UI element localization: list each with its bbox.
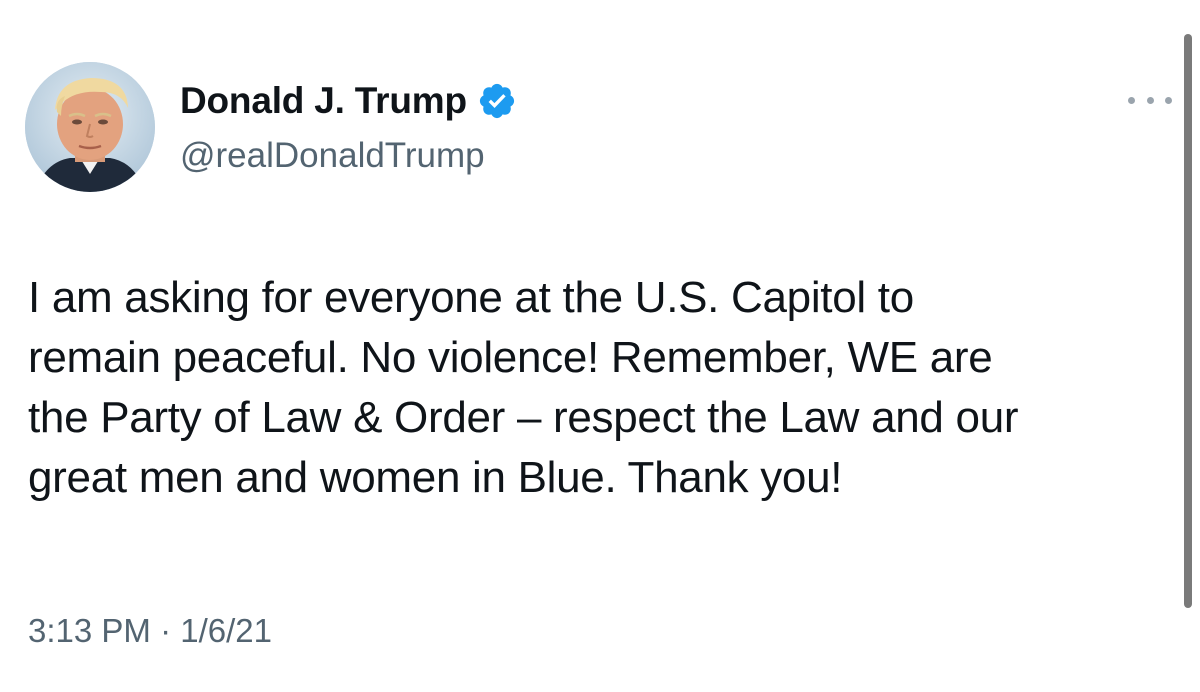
scrollbar[interactable] [1184, 34, 1192, 608]
author-display-name[interactable]: Donald J. Trump [180, 80, 467, 122]
tweet-timestamp[interactable]: 3:13 PM · 1/6/21 [28, 612, 272, 650]
avatar[interactable] [25, 62, 155, 192]
author-name-row: Donald J. Trump [180, 78, 517, 124]
more-dot [1128, 96, 1135, 104]
tweet-card: Donald J. Trump @realDonaldTrump I am as… [0, 0, 1200, 692]
author-handle[interactable]: @realDonaldTrump [180, 136, 485, 176]
more-horizontal-icon[interactable] [1128, 88, 1172, 112]
more-dot [1165, 96, 1172, 104]
profile-photo-icon [25, 62, 155, 192]
more-dot [1146, 96, 1154, 104]
tweet-text: I am asking for everyone at the U.S. Cap… [28, 273, 1019, 502]
verified-badge-icon [477, 81, 517, 121]
